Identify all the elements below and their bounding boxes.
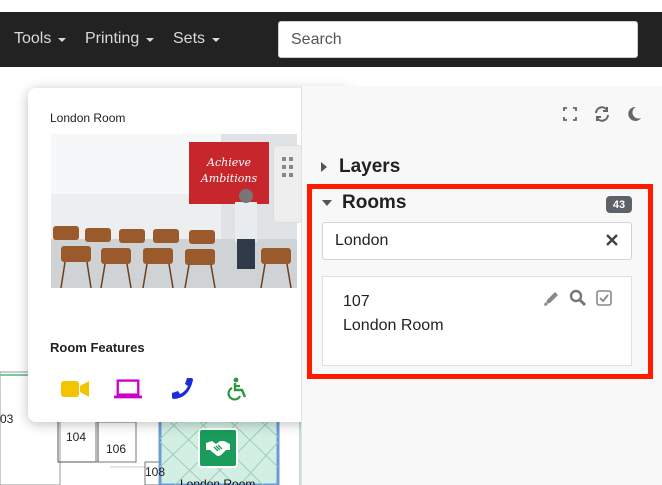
nav-tools-menu[interactable]: Tools	[14, 30, 67, 48]
room-result-item[interactable]: 107 London Room	[322, 276, 632, 366]
rooms-label: Rooms	[342, 192, 407, 213]
grip-dots-icon	[282, 157, 293, 177]
popup-title: London Room	[50, 111, 126, 125]
drag-handle[interactable]	[273, 145, 303, 223]
room-number-108: 108	[145, 465, 166, 479]
nav-sets-menu[interactable]: Sets	[173, 30, 221, 48]
checkbox-icon[interactable]	[595, 289, 613, 307]
rooms-section-toggle[interactable]: Rooms	[322, 192, 406, 214]
wheelchair-icon	[223, 376, 251, 402]
photo-caption-line1: Achieve	[206, 156, 251, 169]
room-number-03: 03	[0, 412, 14, 426]
map-room-name: London Room	[180, 477, 256, 485]
panel-toolbar	[560, 104, 644, 124]
phone-icon	[169, 376, 197, 402]
layers-section-toggle[interactable]: Layers	[321, 156, 400, 178]
room-result-actions	[543, 289, 613, 307]
search-icon[interactable]	[569, 289, 587, 307]
rooms-filter-input[interactable]	[322, 222, 632, 260]
nav-sets-label: Sets	[173, 30, 206, 47]
search-input[interactable]	[278, 21, 638, 58]
room-result-id: 107	[343, 293, 370, 310]
rooms-count-badge: 43	[606, 196, 632, 213]
caret-right-icon	[321, 162, 327, 172]
handshake-icon	[206, 441, 230, 456]
close-icon	[606, 234, 618, 246]
refresh-icon[interactable]	[592, 104, 612, 124]
caret-down-icon	[322, 200, 332, 206]
pencil-icon[interactable]	[543, 289, 561, 307]
room-number-106: 106	[106, 442, 127, 456]
room-photo-image: Achieve Ambitions	[51, 134, 297, 288]
chevron-down-icon	[58, 38, 67, 42]
video-camera-icon	[61, 376, 89, 402]
chevron-down-icon	[146, 38, 155, 42]
clear-filter-button[interactable]	[604, 232, 620, 248]
chevron-down-icon	[212, 38, 221, 42]
laptop-icon	[114, 376, 142, 402]
room-result-name: London Room	[343, 317, 444, 334]
room-photo: Achieve Ambitions	[51, 134, 297, 288]
photo-caption-line2: Ambitions	[200, 172, 258, 185]
nav-printing-label: Printing	[85, 30, 140, 47]
layers-label: Layers	[339, 156, 401, 177]
top-navbar: Tools Printing Sets	[0, 12, 662, 67]
fullscreen-icon[interactable]	[560, 104, 580, 124]
room-features-title: Room Features	[50, 340, 145, 355]
room-number-104: 104	[66, 430, 87, 444]
app-root: Tools Printing Sets Search 03 104 106 10…	[0, 0, 662, 485]
nav-tools-label: Tools	[14, 30, 52, 47]
nav-printing-menu[interactable]: Printing	[85, 30, 155, 48]
meeting-room-marker[interactable]	[198, 428, 238, 468]
moon-icon[interactable]	[624, 104, 644, 124]
